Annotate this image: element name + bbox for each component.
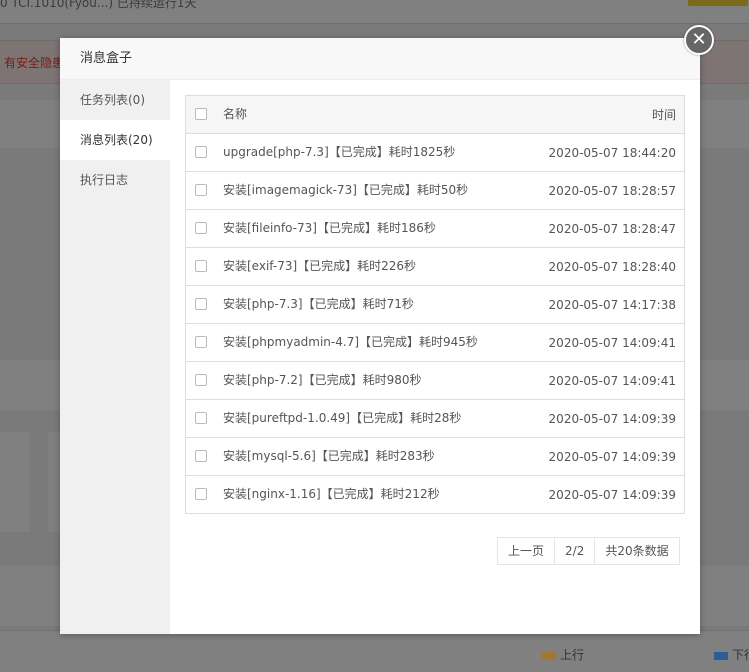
message-time: 2020-05-07 14:09:41 xyxy=(548,336,676,350)
message-time: 2020-05-07 14:09:39 xyxy=(548,488,676,502)
message-box-modal: 消息盒子 任务列表(0) 消息列表(20) 执行日志 名称 时间 upgrade… xyxy=(60,38,700,634)
row-checkbox[interactable] xyxy=(195,488,207,500)
message-name: 安装[imagemagick-73]【已完成】耗时50秒 xyxy=(223,183,469,197)
row-checkbox[interactable] xyxy=(195,298,207,310)
table-header-row: 名称 时间 xyxy=(186,96,684,134)
sidebar-item-label: 执行日志 xyxy=(80,173,129,187)
message-time: 2020-05-07 14:09:39 xyxy=(548,450,676,464)
modal-title: 消息盒子 xyxy=(80,51,133,66)
message-name: 安装[php-7.3]【已完成】耗时71秒 xyxy=(223,297,414,311)
close-icon[interactable]: ✕ xyxy=(684,25,714,55)
table-row: 安装[php-7.2]【已完成】耗时980秒 2020-05-07 14:09:… xyxy=(186,362,684,400)
message-time: 2020-05-07 14:09:39 xyxy=(548,412,676,426)
table-row: 安装[imagemagick-73]【已完成】耗时50秒 2020-05-07 … xyxy=(186,172,684,210)
column-header-time: 时间 xyxy=(651,108,676,122)
message-name: 安装[exif-73]【已完成】耗时226秒 xyxy=(223,259,417,273)
row-checkbox[interactable] xyxy=(195,450,207,462)
legend-upload-swatch xyxy=(542,651,556,660)
message-name: 安装[php-7.2]【已完成】耗时980秒 xyxy=(223,373,422,387)
row-checkbox[interactable] xyxy=(195,222,207,234)
sidebar-item-task-list[interactable]: 任务列表(0) xyxy=(60,80,170,120)
message-time: 2020-05-07 18:28:47 xyxy=(548,222,676,236)
row-checkbox[interactable] xyxy=(195,184,207,196)
sidebar-item-execution-log[interactable]: 执行日志 xyxy=(60,160,170,200)
table-row: upgrade[php-7.3]【已完成】耗时1825秒 2020-05-07 … xyxy=(186,134,684,172)
sidebar-item-message-list[interactable]: 消息列表(20) xyxy=(60,120,170,160)
sidebar-item-label: 消息列表(20) xyxy=(80,133,153,147)
background-alert-text: 有安全隐患 xyxy=(4,56,65,70)
table-row: 安装[pureftpd-1.0.49]【已完成】耗时28秒 2020-05-07… xyxy=(186,400,684,438)
background-card xyxy=(0,432,30,532)
message-time: 2020-05-07 18:44:20 xyxy=(548,146,676,160)
legend-download-label: 下行 xyxy=(732,648,749,662)
message-time: 2020-05-07 14:17:38 xyxy=(548,298,676,312)
prev-page-button[interactable]: 上一页 xyxy=(498,538,556,564)
row-checkbox[interactable] xyxy=(195,146,207,158)
pagination: 上一页 2/2 共20条数据 xyxy=(497,537,680,565)
total-count: 共20条数据 xyxy=(605,544,669,558)
table-row: 安装[phpmyadmin-4.7]【已完成】耗时945秒 2020-05-07… xyxy=(186,324,684,362)
table-row: 安装[nginx-1.16]【已完成】耗时212秒 2020-05-07 14:… xyxy=(186,476,684,514)
table-row: 安装[php-7.3]【已完成】耗时71秒 2020-05-07 14:17:3… xyxy=(186,286,684,324)
message-time: 2020-05-07 18:28:57 xyxy=(548,184,676,198)
legend-download-swatch xyxy=(714,651,728,660)
page-indicator: 2/2 xyxy=(555,538,596,564)
message-time: 2020-05-07 14:09:41 xyxy=(548,374,676,388)
message-list-panel: 名称 时间 upgrade[php-7.3]【已完成】耗时1825秒 2020-… xyxy=(170,80,700,634)
legend-download: 下行 xyxy=(714,646,749,663)
table-row: 安装[exif-73]【已完成】耗时226秒 2020-05-07 18:28:… xyxy=(186,248,684,286)
background-footer xyxy=(0,630,749,672)
legend-upload: 上行 xyxy=(542,646,584,663)
row-checkbox[interactable] xyxy=(195,412,207,424)
message-time: 2020-05-07 18:28:40 xyxy=(548,260,676,274)
message-name: 安装[phpmyadmin-4.7]【已完成】耗时945秒 xyxy=(223,335,478,349)
row-checkbox[interactable] xyxy=(195,336,207,348)
modal-header: 消息盒子 xyxy=(60,38,700,80)
modal-body: 任务列表(0) 消息列表(20) 执行日志 名称 时间 upgrade[php-… xyxy=(60,80,700,634)
message-name: 安装[fileinfo-73]【已完成】耗时186秒 xyxy=(223,221,436,235)
background-update-badge xyxy=(688,0,748,6)
message-name: 安装[pureftpd-1.0.49]【已完成】耗时28秒 xyxy=(223,411,462,425)
background-header-text: 0 TCI.1010(Fyou...) 已持续运行1天 xyxy=(0,0,197,10)
table-row: 安装[mysql-5.6]【已完成】耗时283秒 2020-05-07 14:0… xyxy=(186,438,684,476)
message-table: 名称 时间 upgrade[php-7.3]【已完成】耗时1825秒 2020-… xyxy=(185,95,685,514)
row-checkbox[interactable] xyxy=(195,374,207,386)
column-header-name: 名称 xyxy=(223,107,248,121)
background-header: 0 TCI.1010(Fyou...) 已持续运行1天 xyxy=(0,0,749,24)
message-name: 安装[mysql-5.6]【已完成】耗时283秒 xyxy=(223,449,435,463)
message-name: 安装[nginx-1.16]【已完成】耗时212秒 xyxy=(223,487,440,501)
select-all-checkbox[interactable] xyxy=(195,108,207,120)
legend-upload-label: 上行 xyxy=(560,648,585,662)
message-name: upgrade[php-7.3]【已完成】耗时1825秒 xyxy=(223,145,456,159)
row-checkbox[interactable] xyxy=(195,260,207,272)
table-row: 安装[fileinfo-73]【已完成】耗时186秒 2020-05-07 18… xyxy=(186,210,684,248)
modal-sidebar: 任务列表(0) 消息列表(20) 执行日志 xyxy=(60,80,170,634)
sidebar-item-label: 任务列表(0) xyxy=(80,93,145,107)
